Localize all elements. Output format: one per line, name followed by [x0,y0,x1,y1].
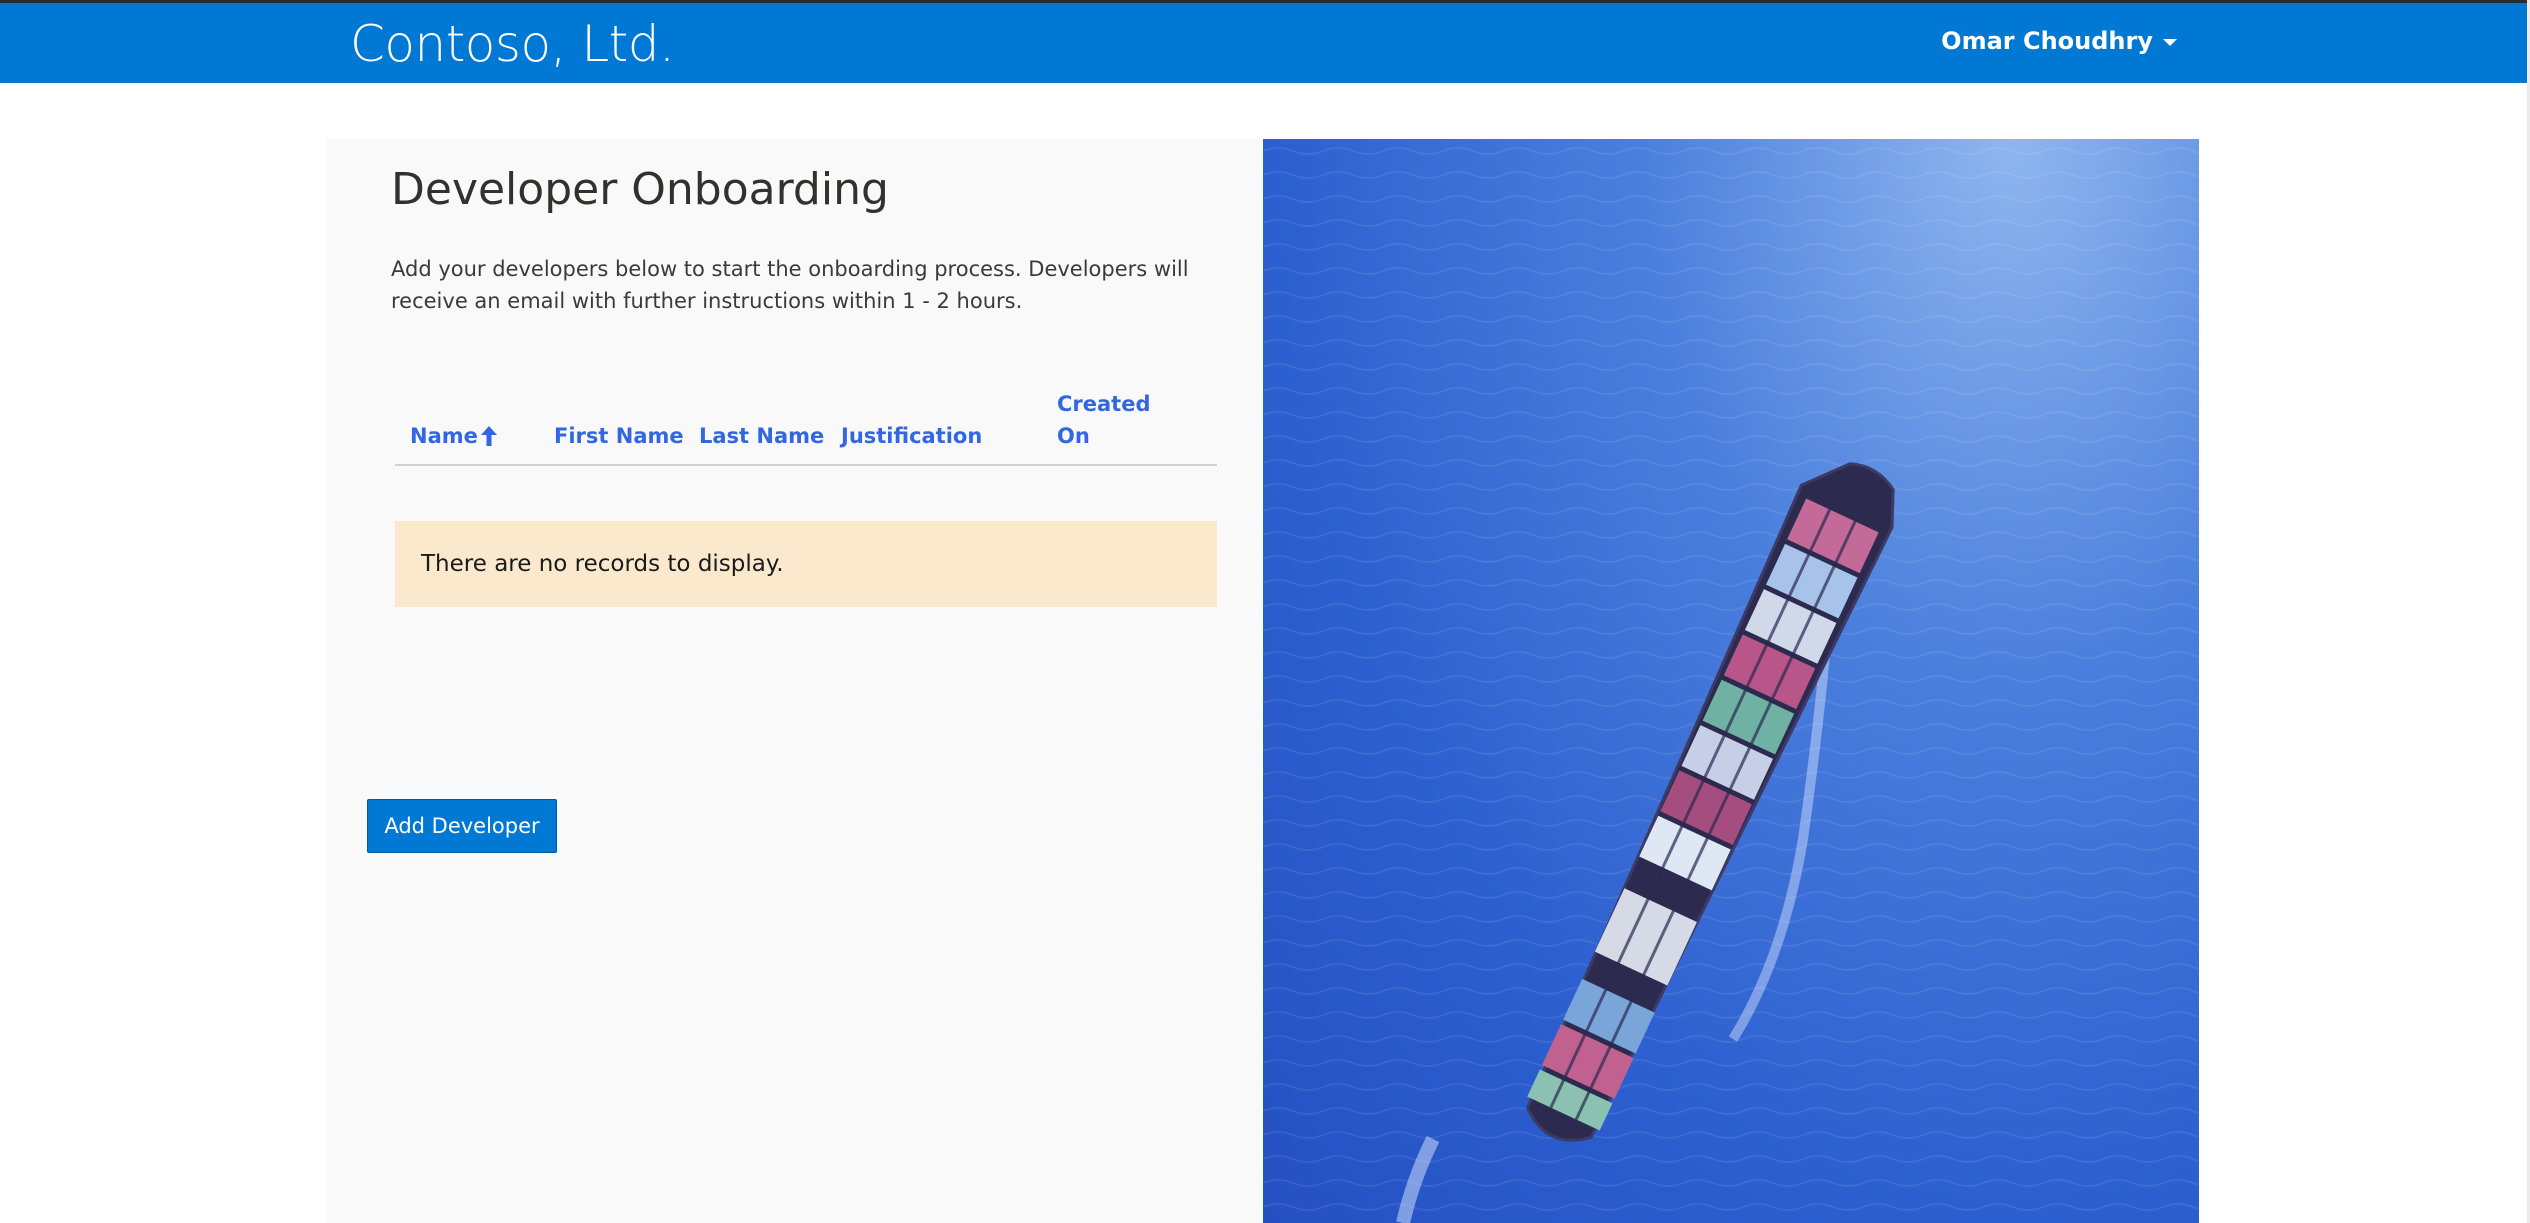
no-records-message: There are no records to display. [395,521,1217,607]
user-menu[interactable]: Omar Choudhry [1941,27,2177,55]
column-header-name[interactable]: Name [410,420,498,452]
top-navbar: Contoso, Ltd. Omar Choudhry [0,3,2527,83]
grid-header-row: Name First Name Last Name Justification … [395,371,1217,466]
onboarding-panel: Developer Onboarding Add your developers… [327,139,1263,1223]
column-header-created-on[interactable]: Created On [1057,388,1167,452]
sort-ascending-icon [480,426,497,446]
add-developer-button[interactable]: Add Developer [367,799,557,853]
page-description: Add your developers below to start the o… [391,257,1189,313]
brand-logo[interactable]: Contoso, Ltd. [350,15,675,73]
caret-down-icon [2163,39,2177,46]
hero-illustration [1263,139,2199,1223]
page: Contoso, Ltd. Omar Choudhry Developer On… [0,0,2530,1223]
container-ship-image [1263,139,2199,1223]
column-header-label: Name [410,424,478,448]
column-header-first-name[interactable]: First Name [554,420,684,452]
column-header-last-name[interactable]: Last Name [699,420,824,452]
developers-grid: Name First Name Last Name Justification … [395,371,1217,607]
column-header-justification[interactable]: Justification [841,420,982,452]
page-title: Developer Onboarding [391,164,889,215]
user-name: Omar Choudhry [1941,27,2153,55]
